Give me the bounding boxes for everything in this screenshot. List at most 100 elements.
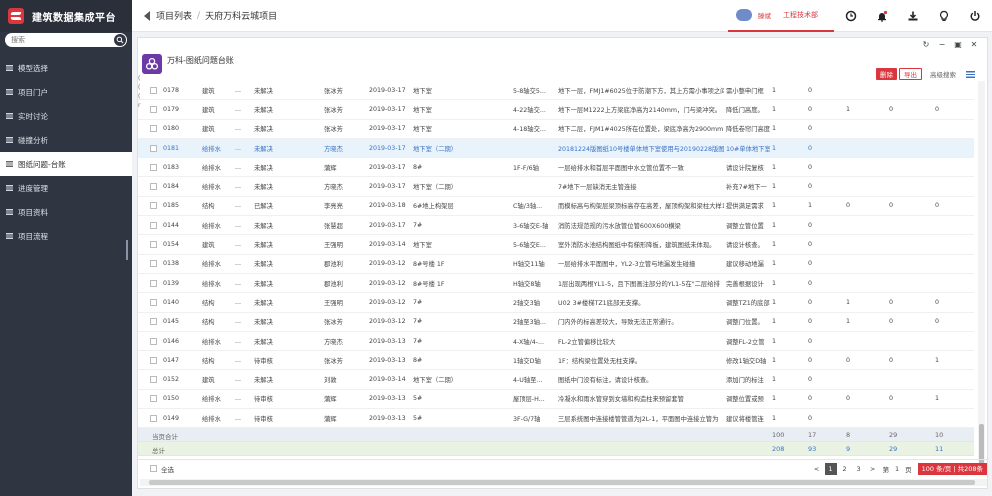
cell-status: 未解决 (254, 106, 273, 114)
cell-date: 2019-03-18 (369, 202, 406, 210)
search-input[interactable] (11, 36, 111, 44)
horizontal-scroll-thumb[interactable] (149, 480, 975, 485)
cell-person: 张冰芳 (324, 106, 343, 114)
table-row[interactable]: 0184 给排水... 未解决 方晓杰 2019-03-17 地下室（二期） 7#地下一层缺… (138, 177, 974, 197)
cell-person: 郡池利 (324, 261, 343, 269)
cell-major: 给排水 (202, 222, 221, 230)
table-row[interactable]: 0140 结构... 未解决 王强明 2019-03-12 7# 2轴交3轴 U02 3#楼梯… (138, 293, 974, 313)
page-2-button[interactable]: 2 (839, 463, 851, 475)
brand: 建筑数据集成平台 (0, 0, 132, 32)
cell-person: 方晓杰 (324, 338, 343, 346)
cell-date: 2019-03-17 (369, 86, 406, 94)
row-checkbox[interactable] (150, 318, 157, 326)
sidebar-item-3[interactable]: 碰撞分析 (0, 128, 132, 152)
row-checkbox[interactable] (150, 279, 157, 287)
cell-status: 待审核 (254, 396, 273, 404)
table-row[interactable]: 0146 给排水... 未解决 方晓杰 2019-03-13 7# 4-X轴/4-... FL… (138, 332, 974, 352)
row-checkbox[interactable] (150, 183, 157, 191)
total-label: 当页合计 (152, 433, 178, 442)
row-checkbox[interactable] (150, 241, 157, 249)
menu-list-icon (6, 65, 13, 71)
table-row[interactable]: 0179 建筑... 未解决 张冰芳 2019-03-17 地下室 4-22轴交... 地下一… (138, 100, 974, 120)
table-row[interactable]: 0150 给排水... 待审核 蒲辉 2019-03-13 5# 屋顶层-H... 冷凝水和雨… (138, 390, 974, 410)
sidebar-item-4[interactable]: 图纸问题-台账 (0, 152, 132, 176)
table-row[interactable]: 0145 结构... 未解决 张冰芳 2019-03-12 7# 2轴至3轴... 门内外的标… (138, 313, 974, 332)
table-row[interactable]: 0149 给排水... 待审核 蒲辉 2019-03-13 5# 3F-G/7轴 三层系统图中… (138, 409, 974, 429)
row-checkbox[interactable] (150, 105, 157, 113)
table-row[interactable]: 0152 建筑... 未解决 刘敦 2019-03-14 地下室（二期） 4-U轴至... 图… (138, 370, 974, 390)
cell-dot: ... (235, 260, 242, 268)
table-row[interactable]: 0180 建筑... 未解决 张冰芳 2019-03-17 地下室 4-18轴交... 地下二… (138, 120, 974, 139)
sidebar-item-2[interactable]: 实时讨论 (0, 104, 132, 128)
user-tab[interactable]: 滕斌 工程技术部 (728, 0, 834, 32)
sidebar-item-6[interactable]: 项目资料 (0, 200, 132, 224)
sidebar-collapse-handle[interactable] (126, 240, 128, 260)
vertical-scroll-thumb[interactable] (979, 424, 984, 464)
row-checkbox[interactable] (150, 395, 157, 403)
next-page-button[interactable]: > (867, 463, 879, 475)
cell-status: 未解决 (254, 145, 273, 153)
clock-icon[interactable] (845, 10, 857, 22)
row-checkbox[interactable] (150, 337, 157, 345)
table-row[interactable]: 0181 给排水... 未解决 方晓杰 2019-03-17 地下室（二期） 2018122… (138, 138, 974, 159)
back-arrow-icon[interactable] (144, 10, 150, 21)
bell-icon[interactable] (876, 10, 888, 22)
lightbulb-icon[interactable] (938, 10, 950, 22)
row-checkbox[interactable] (150, 125, 157, 133)
cell-note: 完善根据设计 (726, 280, 764, 288)
sidebar-item-5[interactable]: 进度管理 (0, 176, 132, 200)
table-row[interactable]: 0178 建筑... 未解决 张冰芳 2019-03-17 地下室 5-8轴交5... 地下一… (138, 81, 974, 101)
column-list-icon[interactable] (966, 70, 975, 78)
advanced-search-button[interactable]: 高级搜索 (930, 69, 956, 79)
row-checkbox[interactable] (150, 260, 157, 268)
row-checkbox[interactable] (150, 356, 157, 364)
sidebar-item-1[interactable]: 项目门户 (0, 80, 132, 104)
sidebar-item-7[interactable]: 项目流程 (0, 224, 132, 248)
cell-dot: ... (235, 163, 242, 171)
vertical-scrollbar[interactable] (978, 81, 985, 469)
refresh-icon[interactable]: ↻ (921, 40, 931, 49)
select-all[interactable]: 全选 (150, 464, 174, 474)
breadcrumb-project-list[interactable]: 项目列表 (156, 9, 192, 22)
row-checkbox[interactable] (150, 202, 157, 210)
table-row[interactable]: 0154 建筑... 未解决 王强明 2019-03-14 地下室 5-6轴交E... 室外消… (138, 235, 974, 255)
sidebar-item-0[interactable]: 模型选择 (0, 56, 132, 80)
page-size-select[interactable]: 100 条/页 | 共208条 (917, 463, 987, 475)
download-icon[interactable] (907, 10, 919, 22)
select-all-checkbox[interactable] (150, 465, 157, 472)
cell-id: 0144 (163, 221, 180, 229)
table-row[interactable]: 0185 结构... 已解决 李亮亮 2019-03-18 6#地上构架层 C轴/3轴...… (138, 197, 974, 217)
page-3-button[interactable]: 3 (853, 463, 865, 475)
page-1-button[interactable]: 1 (824, 463, 837, 475)
menu-list-icon (6, 113, 13, 119)
row-checkbox[interactable] (150, 414, 157, 422)
table-row[interactable]: 0144 给排水... 未解决 张慧超 2019-03-17 7# 3-6轴交E-轴 消防法规… (138, 216, 974, 236)
minimize-icon[interactable]: − (937, 40, 947, 49)
delete-button[interactable]: 删除 (876, 68, 897, 80)
search-button[interactable] (114, 34, 126, 46)
total-value: 93 (808, 445, 817, 454)
cell-major: 建筑 (202, 242, 215, 250)
page-total-row: 当页合计 100 17 8 29 10 (138, 428, 974, 443)
table-row[interactable]: 0139 给排水... 未解决 郡池利 2019-03-12 8#号楼 1F H轴交8轴 1层… (138, 274, 974, 294)
cell-n1: 1 (772, 356, 777, 364)
table-row[interactable]: 0147 结构... 待审核 张冰芳 2019-03-13 8# 1轴交D轴 1F：结构梁位置… (138, 351, 974, 371)
export-button[interactable]: 导出 (899, 68, 922, 80)
row-checkbox[interactable] (150, 163, 157, 171)
horizontal-scrollbar[interactable] (140, 479, 987, 486)
restore-icon[interactable]: ▣ (953, 40, 963, 49)
row-checkbox[interactable] (150, 221, 157, 229)
close-icon[interactable]: ✕ (969, 40, 979, 49)
table-row[interactable]: 0138 给排水... 未解决 郡池利 2019-03-12 8#号楼 1F H轴交11轴 一… (138, 255, 974, 274)
cell-n1: 1 (772, 241, 777, 249)
cell-desc: 地下一层，FMJ1#6025位于防潮下方，其上方需小事项之间 (558, 87, 724, 95)
prev-page-button[interactable]: < (811, 463, 823, 475)
row-checkbox[interactable] (150, 144, 157, 152)
power-icon[interactable] (969, 10, 981, 22)
goto-page-input[interactable]: 1 (891, 463, 903, 475)
row-checkbox[interactable] (150, 298, 157, 306)
row-checkbox[interactable] (150, 86, 157, 94)
cell-n1: 1 (772, 318, 777, 326)
row-checkbox[interactable] (150, 376, 157, 384)
table-row[interactable]: 0183 给排水... 未解决 蒲辉 2019-03-17 8# 1F-F/6轴 一层给排水和… (138, 158, 974, 178)
